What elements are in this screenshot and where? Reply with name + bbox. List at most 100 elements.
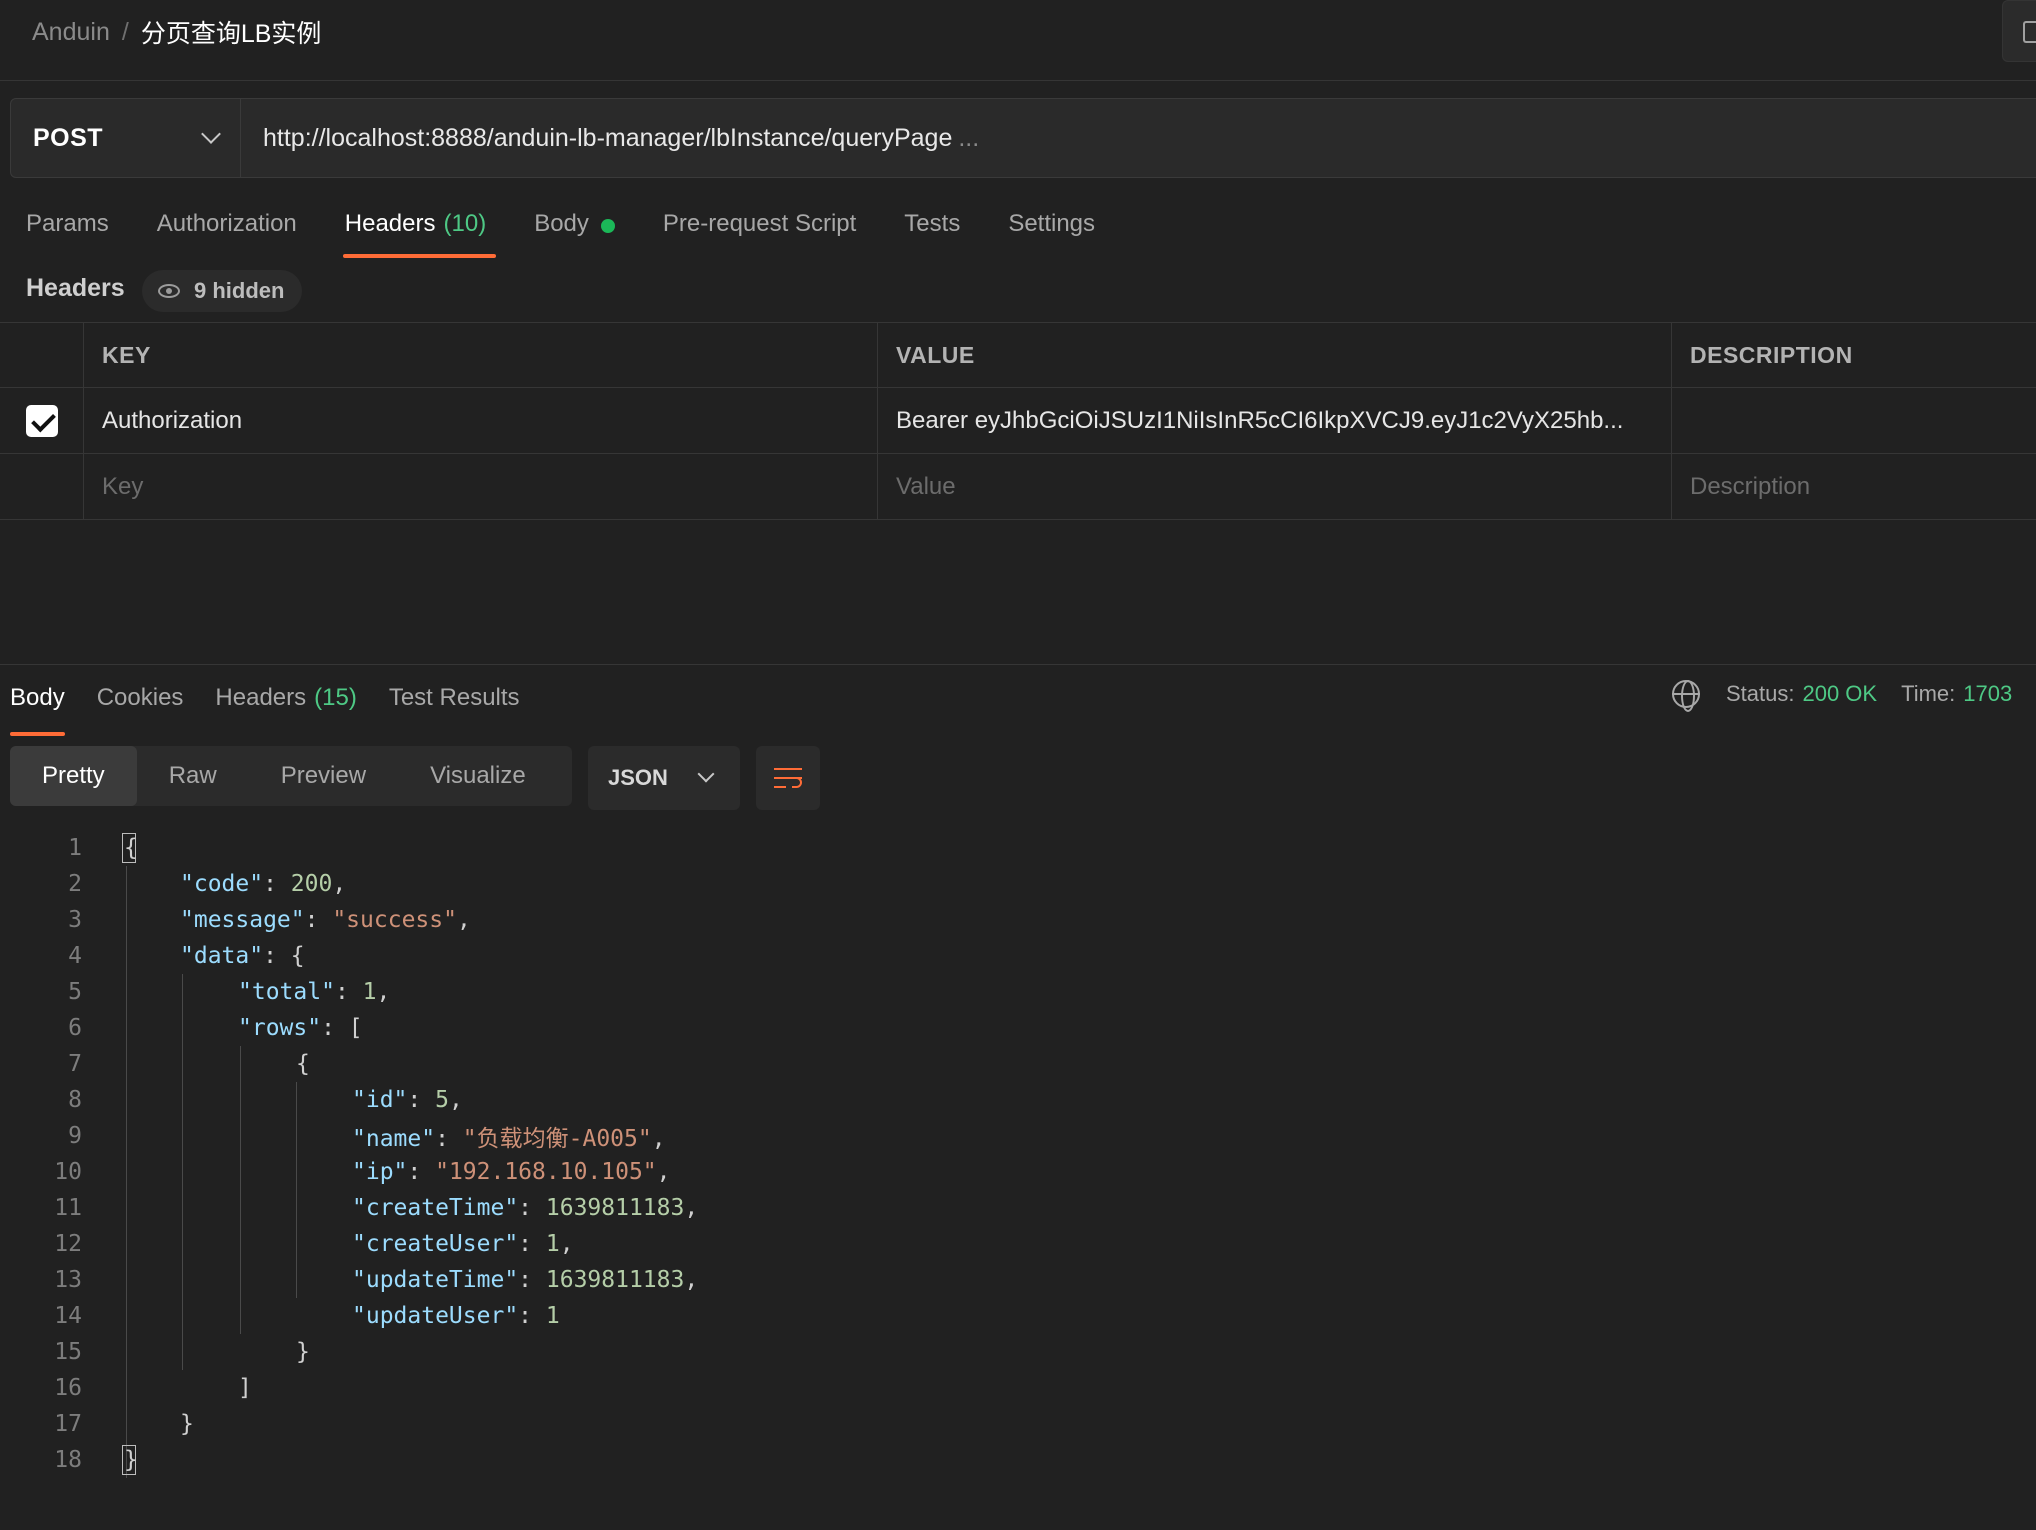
response-meta: Status: 200 OK Time: 1703: [1672, 680, 2012, 712]
response-body-viewer[interactable]: 1{ 2 "code": 200, 3 "message": "success", …: [0, 830, 1500, 1478]
header-key-field[interactable]: Authorization: [84, 388, 878, 453]
response-tab-headers[interactable]: Headers (15): [215, 680, 356, 730]
hidden-headers-label: 9 hidden: [194, 278, 285, 303]
line-number: 6: [68, 1015, 82, 1041]
request-title[interactable]: 分页查询LB实例: [141, 14, 322, 50]
view-raw[interactable]: Raw: [137, 746, 249, 806]
status-value[interactable]: 200 OK: [1802, 681, 1877, 707]
tab-label: Pre-request Script: [662, 210, 857, 237]
json-key: "data": [180, 943, 264, 969]
tab-label: Headers: [344, 210, 436, 237]
view-pretty[interactable]: Pretty: [10, 746, 137, 806]
json-key: "ip": [352, 1159, 408, 1185]
view-preview[interactable]: Preview: [249, 746, 398, 806]
format-select[interactable]: JSON: [588, 746, 740, 810]
url-text: http://localhost:8888/anduin-lb-manager/…: [263, 123, 953, 152]
code-line: 18}: [0, 1442, 1500, 1478]
breadcrumb-parent[interactable]: Anduin: [32, 18, 110, 47]
tab-label: Headers: [215, 684, 307, 711]
divider: [0, 80, 2036, 81]
tab-tests[interactable]: Tests: [904, 200, 960, 256]
tab-label: Tests: [904, 210, 961, 237]
tab-headers[interactable]: Headers (10): [342, 200, 497, 258]
line-number: 5: [68, 979, 82, 1005]
json-number: 200: [290, 871, 333, 897]
json-key: "rows": [238, 1015, 322, 1041]
json-number: 5: [435, 1087, 449, 1113]
wrap-lines-icon: [774, 768, 802, 770]
line-number: 11: [54, 1195, 82, 1221]
url-overflow: ...: [958, 123, 980, 152]
new-description-input[interactable]: Description: [1672, 454, 2036, 519]
code-line: 16]: [0, 1370, 1500, 1406]
url-input[interactable]: http://localhost:8888/anduin-lb-manager/…: [241, 99, 979, 177]
json-key: "message": [180, 907, 305, 933]
line-number: 14: [54, 1303, 82, 1329]
response-divider[interactable]: [0, 664, 2036, 665]
column-header-value: VALUE: [878, 323, 1672, 387]
tab-authorization[interactable]: Authorization: [157, 200, 297, 256]
header-value-field[interactable]: Bearer eyJhbGciOiJSUzI1NiIsInR5cCI6IkpXV…: [878, 388, 1672, 453]
chevron-down-icon: [201, 124, 221, 144]
new-value-input[interactable]: Value: [878, 454, 1672, 519]
json-number: 1639811183: [545, 1267, 685, 1293]
tab-pre-request-script[interactable]: Pre-request Script: [663, 200, 856, 256]
headers-table: KEY VALUE DESCRIPTION Authorization Bear…: [0, 322, 2036, 520]
row-enabled-checkbox[interactable]: [25, 404, 58, 437]
time-value[interactable]: 1703: [1963, 681, 2012, 707]
tab-params[interactable]: Params: [26, 200, 109, 256]
hidden-headers-toggle[interactable]: 9 hidden: [142, 270, 303, 312]
eye-icon: [158, 284, 180, 298]
tab-label: Cookies: [96, 684, 184, 711]
json-key: "createTime": [352, 1195, 519, 1221]
json-key: "name": [352, 1126, 436, 1152]
view-mode-selector: Pretty Raw Preview Visualize: [10, 746, 572, 806]
new-key-input[interactable]: Key: [84, 454, 878, 519]
view-visualize[interactable]: Visualize: [398, 746, 558, 806]
code-line: 3 "message": "success",: [0, 902, 1500, 938]
response-tab-test-results[interactable]: Test Results: [389, 680, 520, 730]
json-string: "负载均衡-A005": [462, 1126, 652, 1152]
code-line: 10 "ip": "192.168.10.105",: [0, 1154, 1500, 1190]
code-line: 13 "updateTime": 1639811183,: [0, 1262, 1500, 1298]
code-line: 17}: [0, 1406, 1500, 1442]
breadcrumb: Anduin / 分页查询LB实例: [32, 14, 321, 50]
json-number: 1: [362, 979, 377, 1005]
side-panel-toggle-button[interactable]: [2002, 0, 2036, 62]
line-number: 7: [68, 1051, 82, 1077]
line-number: 17: [54, 1411, 82, 1437]
code-line: 8 "id": 5,: [0, 1082, 1500, 1118]
response-tab-cookies[interactable]: Cookies: [97, 680, 184, 730]
code-line: 6 "rows": [: [0, 1010, 1500, 1046]
format-label: JSON: [608, 765, 668, 790]
table-header-row: KEY VALUE DESCRIPTION: [0, 322, 2036, 388]
table-row-new: Key Value Description: [0, 454, 2036, 520]
tab-count: (15): [314, 684, 357, 711]
chevron-down-icon: [697, 765, 715, 783]
line-number: 15: [54, 1339, 82, 1365]
wrap-lines-button[interactable]: [756, 746, 820, 810]
body-indicator-dot: [600, 219, 615, 233]
code-line: 5 "total": 1,: [0, 974, 1500, 1010]
code-line: 15}: [0, 1334, 1500, 1370]
time-label: Time:: [1901, 681, 1956, 706]
tab-count: (10): [443, 210, 487, 237]
header-description-field[interactable]: [1672, 388, 2036, 453]
line-number: 2: [68, 871, 82, 897]
globe-icon[interactable]: [1672, 680, 1700, 712]
tab-body[interactable]: Body: [534, 200, 615, 256]
tab-settings[interactable]: Settings: [1008, 200, 1095, 256]
line-number: 4: [68, 943, 82, 969]
request-tabs: Params Authorization Headers (10) Body Pr…: [26, 200, 1143, 258]
json-key: "total": [238, 979, 335, 1005]
line-number: 16: [54, 1375, 82, 1401]
panel-icon: [2023, 21, 2036, 43]
line-number: 18: [54, 1447, 82, 1473]
column-header-description: DESCRIPTION: [1690, 341, 1853, 368]
code-line: 12 "createUser": 1,: [0, 1226, 1500, 1262]
line-number: 12: [54, 1231, 82, 1257]
response-tabs: Body Cookies Headers (15) Test Results: [10, 680, 552, 736]
response-tab-body[interactable]: Body: [10, 680, 65, 736]
tab-label: Body: [10, 684, 65, 711]
method-select[interactable]: POST: [11, 99, 241, 177]
